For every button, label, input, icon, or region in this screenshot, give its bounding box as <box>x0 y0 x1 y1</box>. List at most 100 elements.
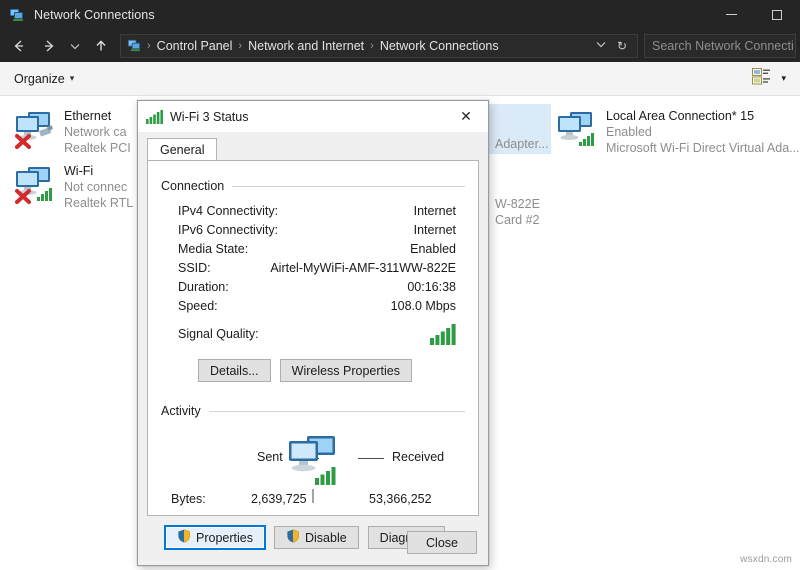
wireless-properties-button[interactable]: Wireless Properties <box>279 359 413 382</box>
breadcrumb-item-network-connections[interactable]: Network Connections <box>375 39 504 53</box>
received-connector <box>358 458 384 459</box>
connection-status: Enabled <box>606 125 652 139</box>
maximize-button[interactable] <box>754 0 800 29</box>
connection-status: W-822E <box>495 197 540 211</box>
recent-locations-button[interactable] <box>64 32 86 60</box>
connection-device: Realtek RTL <box>64 196 134 210</box>
disable-button[interactable]: Disable <box>273 526 359 549</box>
divider <box>232 185 465 187</box>
connection-icon-group <box>12 163 58 207</box>
row-value: Internet <box>413 203 456 218</box>
row-ipv4-connectivity: IPv4 Connectivity: Internet <box>178 201 456 220</box>
two-monitors-icon <box>270 434 356 486</box>
connection-device: Realtek PCI <box>64 141 131 155</box>
connection-name: Local Area Connection* 15 <box>606 109 755 123</box>
details-button[interactable]: Details... <box>198 359 271 382</box>
connection-group: Connection IPv4 Connectivity: Internet I… <box>161 179 465 382</box>
wifi-status-dialog: Wi-Fi 3 Status ✕ General Connection IPv4… <box>137 100 489 566</box>
breadcrumb[interactable]: › Control Panel › Network and Internet ›… <box>120 33 638 58</box>
dialog-titlebar: Wi-Fi 3 Status ✕ <box>138 101 488 133</box>
view-dropdown-icon[interactable]: ▾ <box>781 73 786 84</box>
bytes-label: Bytes: <box>171 492 206 506</box>
connection-group-label: Connection <box>161 179 225 193</box>
row-signal-quality: Signal Quality: <box>178 321 456 347</box>
wifi-signal-icon <box>146 109 163 124</box>
back-button[interactable] <box>4 32 34 60</box>
tabstrip: General <box>147 138 218 161</box>
activity-panel: Sent Received Bytes: 2,639,725 53,366,25… <box>161 434 465 512</box>
dialog-title: Wi-Fi 3 Status <box>170 109 249 124</box>
tab-page-general: Connection IPv4 Connectivity: Internet I… <box>147 160 479 549</box>
connection-buttons: Details... Wireless Properties <box>161 359 465 382</box>
row-value: Internet <box>413 222 456 237</box>
window-controls <box>708 0 800 29</box>
sent-bytes-value: 2,639,725 <box>251 492 307 506</box>
change-view-icon[interactable] <box>752 67 772 90</box>
row-duration: Duration: 00:16:38 <box>178 277 456 296</box>
shield-icon <box>177 529 191 546</box>
breadcrumb-root-icon <box>127 38 142 53</box>
connection-name: Ethernet <box>64 109 112 123</box>
watermark: wsxdn.com <box>740 554 792 565</box>
row-ssid: SSID: Airtel-MyWiFi-AMF-311WW-822E <box>178 258 456 277</box>
window-titlebar: Network Connections <box>0 0 800 29</box>
refresh-button[interactable]: ↻ <box>613 39 631 53</box>
row-label: Media State: <box>178 241 249 256</box>
list-item[interactable]: Ethernet Network ca Realtek PCI <box>6 104 137 160</box>
connection-status: Not connec <box>64 180 128 194</box>
connection-status: Network ca <box>64 125 127 139</box>
command-bar: Organize ▾ ▾ <box>0 62 800 96</box>
activity-group: Activity Sent Received Bytes: 2,639,725 … <box>161 404 465 549</box>
dialog-body: General Connection IPv4 Connectivity: In… <box>138 133 488 565</box>
row-label: IPv4 Connectivity: <box>178 203 279 218</box>
breadcrumb-item-control-panel[interactable]: Control Panel <box>152 39 238 53</box>
list-item-clipped[interactable]: W-822E Card #2 <box>489 192 546 232</box>
row-value: Enabled <box>410 241 456 256</box>
close-button[interactable]: Close <box>407 531 477 554</box>
received-bytes-value: 53,366,252 <box>369 492 432 506</box>
address-bar: › Control Panel › Network and Internet ›… <box>0 29 800 62</box>
network-connections-icon <box>9 7 25 23</box>
close-icon[interactable]: ✕ <box>444 101 488 132</box>
row-media-state: Media State: Enabled <box>178 239 456 258</box>
connection-device: Microsoft Wi-Fi Direct Virtual Ada... <box>606 141 800 155</box>
search-placeholder: Search Network Connecti <box>652 38 794 53</box>
row-label: IPv6 Connectivity: <box>178 222 279 237</box>
connection-device: Card #2 <box>495 213 540 227</box>
connection-icon-group <box>12 108 58 152</box>
row-value: 00:16:38 <box>407 279 456 294</box>
row-label: Duration: <box>178 279 229 294</box>
forward-button[interactable] <box>34 32 64 60</box>
connection-device: Adapter... <box>495 137 549 151</box>
row-value: Airtel-MyWiFi-AMF-311WW-822E <box>270 260 456 275</box>
row-label: SSID: <box>178 260 211 275</box>
row-ipv6-connectivity: IPv6 Connectivity: Internet <box>178 220 456 239</box>
row-label: Speed: <box>178 298 218 313</box>
activity-group-header: Activity <box>161 404 465 418</box>
breadcrumb-dropdown-icon[interactable] <box>591 38 611 53</box>
activity-divider <box>312 489 314 503</box>
button-label: Disable <box>304 530 347 545</box>
chevron-down-icon[interactable]: ▾ <box>70 73 75 84</box>
shield-icon <box>286 529 300 546</box>
row-label: Signal Quality: <box>178 327 259 341</box>
list-item[interactable]: Local Area Connection* 15 Enabled Micros… <box>548 104 800 160</box>
minimize-icon <box>725 14 737 15</box>
button-label: Properties <box>196 530 253 545</box>
properties-button[interactable]: Properties <box>165 526 265 549</box>
connection-group-header: Connection <box>161 179 465 193</box>
breadcrumb-item-network-and-internet[interactable]: Network and Internet <box>243 39 369 53</box>
list-item-selected[interactable]: Adapter... <box>489 104 551 154</box>
minimize-button[interactable] <box>708 0 754 29</box>
connection-name: Wi-Fi <box>64 164 94 178</box>
row-speed: Speed: 108.0 Mbps <box>178 296 456 315</box>
organize-button[interactable]: Organize <box>14 72 65 86</box>
search-input[interactable]: Search Network Connecti <box>644 33 796 58</box>
tab-general[interactable]: General <box>147 138 218 161</box>
received-label: Received <box>392 450 445 464</box>
up-button[interactable] <box>86 32 116 60</box>
maximize-icon <box>772 9 782 20</box>
signal-quality-icon <box>430 323 456 345</box>
divider <box>208 410 465 412</box>
list-item[interactable]: Wi-Fi Not connec Realtek RTL <box>6 159 139 215</box>
